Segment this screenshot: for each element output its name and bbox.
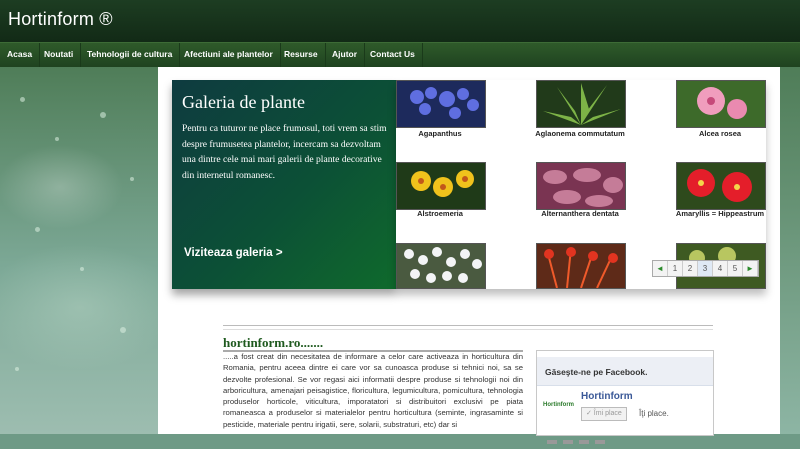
plant-thumbnail[interactable] <box>396 243 486 289</box>
pager-prev-button[interactable]: ◄ <box>653 261 668 276</box>
water-drop <box>120 327 126 333</box>
background-left <box>0 67 158 434</box>
water-drop <box>80 267 84 271</box>
facebook-page-link[interactable]: Hortinform <box>581 391 633 402</box>
pager-next-button[interactable]: ► <box>743 261 758 276</box>
plant-thumbnail[interactable] <box>396 162 486 210</box>
water-drop <box>130 177 134 181</box>
water-drop <box>35 227 40 232</box>
nav-item-acasa[interactable]: Acasa <box>0 43 41 67</box>
plant-thumbnail[interactable] <box>536 243 626 289</box>
background-right <box>780 67 800 434</box>
plant-name[interactable]: Alstroemeria <box>380 210 500 218</box>
nav-item-ajutor[interactable]: Ajutor <box>325 43 366 67</box>
likes-text: Îţi place. <box>639 409 669 418</box>
plant-thumbnail[interactable] <box>676 162 766 210</box>
nav-item-contact[interactable]: Contact Us <box>363 43 423 67</box>
water-drop <box>100 112 106 118</box>
nav-item-afectiuni[interactable]: Afectiuni ale plantelor <box>177 43 281 67</box>
water-drop <box>15 367 19 371</box>
pager-page-2[interactable]: 2 <box>683 261 698 276</box>
main-nav: Acasa Noutati Tehnologii de cultura Afec… <box>0 42 800 67</box>
nav-item-resurse[interactable]: Resurse <box>277 43 326 67</box>
water-drop <box>55 137 59 141</box>
plant-name[interactable]: Aglaonema commutatum <box>520 130 640 138</box>
plant-name[interactable]: Alcea rosea <box>660 130 780 138</box>
facebook-faces-strip <box>547 431 707 444</box>
plant-thumbnail[interactable] <box>536 162 626 210</box>
plant-name[interactable]: Agapanthus <box>380 130 500 138</box>
facebook-widget: Găseşte-ne pe Facebook. Hortinform Horti… <box>536 350 714 444</box>
site-title[interactable]: Hortinform ® <box>8 9 113 30</box>
article-title: hortinform.ro....... <box>223 335 324 350</box>
nav-item-noutati[interactable]: Noutati <box>37 43 82 67</box>
pager-page-3[interactable]: 3 <box>698 261 713 276</box>
gallery-description: Pentru ca tuturor ne place frumosul, tot… <box>182 123 387 181</box>
plant-thumbnail[interactable] <box>536 80 626 128</box>
facebook-widget-header: Găseşte-ne pe Facebook. <box>537 357 713 386</box>
plant-name[interactable]: Amaryllis = Hippeastrum <box>660 210 780 218</box>
plant-thumbnail[interactable] <box>396 80 486 128</box>
pager-page-5[interactable]: 5 <box>728 261 743 276</box>
facebook-widget-title: Găseşte-ne pe Facebook. <box>545 367 648 377</box>
gallery-promo: Galeria de plante Pentru ca tuturor ne p… <box>172 80 396 289</box>
pager-page-1[interactable]: 1 <box>668 261 683 276</box>
nav-item-tehnologii[interactable]: Tehnologii de cultura <box>80 43 181 67</box>
gallery-title: Galeria de plante <box>182 92 305 112</box>
plant-thumbnail[interactable] <box>676 80 766 128</box>
gallery-link[interactable]: Viziteaza galeria > <box>184 247 283 259</box>
pager-page-4[interactable]: 4 <box>713 261 728 276</box>
section-divider <box>223 325 713 330</box>
plant-name[interactable]: Alternanthera dentata <box>520 210 640 218</box>
hortinform-logo-icon: Hortinform <box>543 402 574 408</box>
like-button[interactable]: ✓ Îmi place <box>581 407 627 421</box>
site-header: Hortinform ® <box>0 0 800 42</box>
water-drop <box>20 97 25 102</box>
gallery-pager: ◄ 1 2 3 4 5 ► <box>652 260 759 277</box>
article-text: .....a fost creat din necesitatea de inf… <box>223 352 523 429</box>
